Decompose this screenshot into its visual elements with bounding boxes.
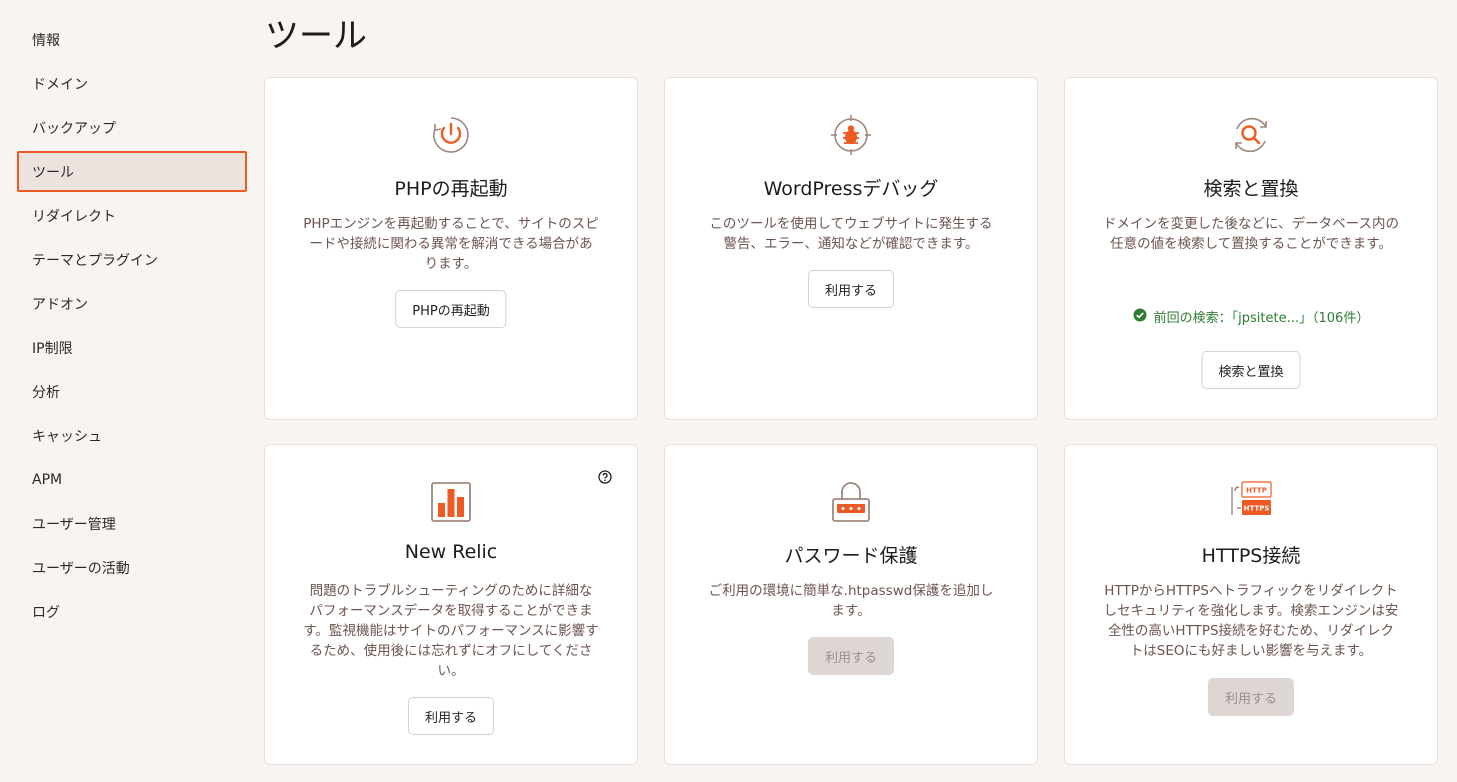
sidebar-item-label: ツール: [32, 164, 74, 181]
sidebar-item-redirects[interactable]: リダイレクト: [17, 197, 247, 235]
sidebar-item-label: 情報: [32, 33, 60, 49]
sidebar-item-addons[interactable]: アドオン: [17, 285, 247, 323]
php-restart-button[interactable]: PHPの再起動: [395, 290, 507, 328]
sidebar-item-domains[interactable]: ドメイン: [17, 65, 247, 103]
card-title: 検索と置換: [1203, 178, 1299, 200]
password-protection-use-button[interactable]: 利用する: [807, 637, 895, 675]
https-use-button[interactable]: 利用する: [1207, 678, 1295, 716]
http-label: HTTP: [1246, 487, 1267, 495]
sidebar-item-label: ドメイン: [32, 77, 88, 93]
https-label: HTTPS: [1244, 505, 1270, 513]
card-php-restart: PHPの再起動 PHPエンジンを再起動することで、サイトのスピードや接続に関わる…: [264, 77, 638, 420]
bar-chart-icon: [430, 481, 472, 527]
wordpress-debug-use-button[interactable]: 利用する: [807, 270, 895, 308]
card-search-replace: 検索と置換 ドメインを変更した後などに、データベース内の任意の値を検索して置換す…: [1064, 77, 1438, 420]
sidebar-item-label: アドオン: [32, 297, 88, 313]
power-restart-icon: [430, 114, 472, 160]
check-circle-icon: [1133, 308, 1147, 326]
sidebar-nav: 情報 ドメイン バックアップ ツール リダイレクト テーマとプラグイン アドオン…: [0, 0, 250, 782]
sidebar-item-label: 分析: [32, 385, 60, 401]
sidebar-item-apm[interactable]: APM: [17, 461, 247, 499]
sidebar-item-label: テーマとプラグイン: [32, 253, 158, 269]
lock-password-icon: [830, 481, 872, 527]
sidebar-item-label: バックアップ: [32, 121, 116, 137]
sidebar-item-info[interactable]: 情報: [17, 21, 247, 59]
sidebar-item-label: ログ: [32, 605, 60, 621]
search-sync-icon: [1230, 114, 1272, 160]
sidebar-item-label: APM: [32, 472, 63, 488]
sidebar-item-label: キャッシュ: [32, 429, 102, 445]
card-description: ご利用の環境に簡単な.htpasswd保護を追加します。: [708, 583, 994, 619]
sidebar-item-user-activity[interactable]: ユーザーの活動: [17, 549, 247, 587]
last-search-text: 前回の検索：「jpsitete...」（106件）: [1153, 311, 1370, 326]
card-title: PHPの再起動: [394, 178, 508, 200]
card-description: HTTPからHTTPSへトラフィックをリダイレクトしセキュリティを強化します。検…: [1103, 583, 1399, 659]
card-description: ドメインを変更した後などに、データベース内の任意の値を検索して置換することができ…: [1103, 216, 1399, 252]
card-title: WordPressデバッグ: [763, 178, 939, 200]
new-relic-use-button[interactable]: 利用する: [407, 697, 495, 735]
card-description: このツールを使用してウェブサイトに発生する警告、エラー、通知などが確認できます。: [709, 216, 993, 252]
sidebar-item-label: リダイレクト: [32, 209, 116, 225]
sidebar-item-label: ユーザー管理: [32, 517, 116, 533]
bug-target-icon: [830, 114, 872, 160]
http-https-icon: HTTP HTTPS: [1229, 481, 1273, 527]
sidebar-item-tools[interactable]: ツール: [17, 151, 247, 192]
card-new-relic: New Relic 問題のトラブルシューティングのために詳細なパフォーマンスデー…: [264, 444, 638, 765]
sidebar-item-cache[interactable]: キャッシュ: [17, 417, 247, 455]
sidebar-item-label: IP制限: [32, 341, 73, 357]
card-description: PHPエンジンを再起動することで、サイトのスピードや接続に関わる異常を解消できる…: [303, 216, 599, 272]
sidebar-item-analytics[interactable]: 分析: [17, 373, 247, 411]
card-title: New Relic: [404, 541, 498, 563]
sidebar-item-ip-deny[interactable]: IP制限: [17, 329, 247, 367]
page-title: ツール: [265, 16, 367, 56]
sidebar-item-user-management[interactable]: ユーザー管理: [17, 505, 247, 543]
card-description: 問題のトラブルシューティングのために詳細なパフォーマンスデータを取得することがで…: [303, 583, 599, 679]
card-password-protection: パスワード保護 ご利用の環境に簡単な.htpasswd保護を追加します。 利用す…: [664, 444, 1038, 765]
last-search-status: 前回の検索：「jpsitete...」（106件）: [1065, 307, 1437, 326]
card-https: HTTP HTTPS HTTPS接続 HTTPからHTTPSへトラフィックをリダ…: [1064, 444, 1438, 765]
card-title: パスワード保護: [784, 545, 918, 567]
sidebar-item-themes-plugins[interactable]: テーマとプラグイン: [17, 241, 247, 279]
card-wordpress-debug: WordPressデバッグ このツールを使用してウェブサイトに発生する警告、エラ…: [664, 77, 1038, 420]
search-replace-button[interactable]: 検索と置換: [1201, 351, 1301, 389]
sidebar-item-label: ユーザーの活動: [32, 561, 130, 577]
help-icon[interactable]: [598, 469, 612, 488]
sidebar-item-backups[interactable]: バックアップ: [17, 109, 247, 147]
card-title: HTTPS接続: [1201, 545, 1301, 567]
sidebar-item-logs[interactable]: ログ: [17, 593, 247, 631]
